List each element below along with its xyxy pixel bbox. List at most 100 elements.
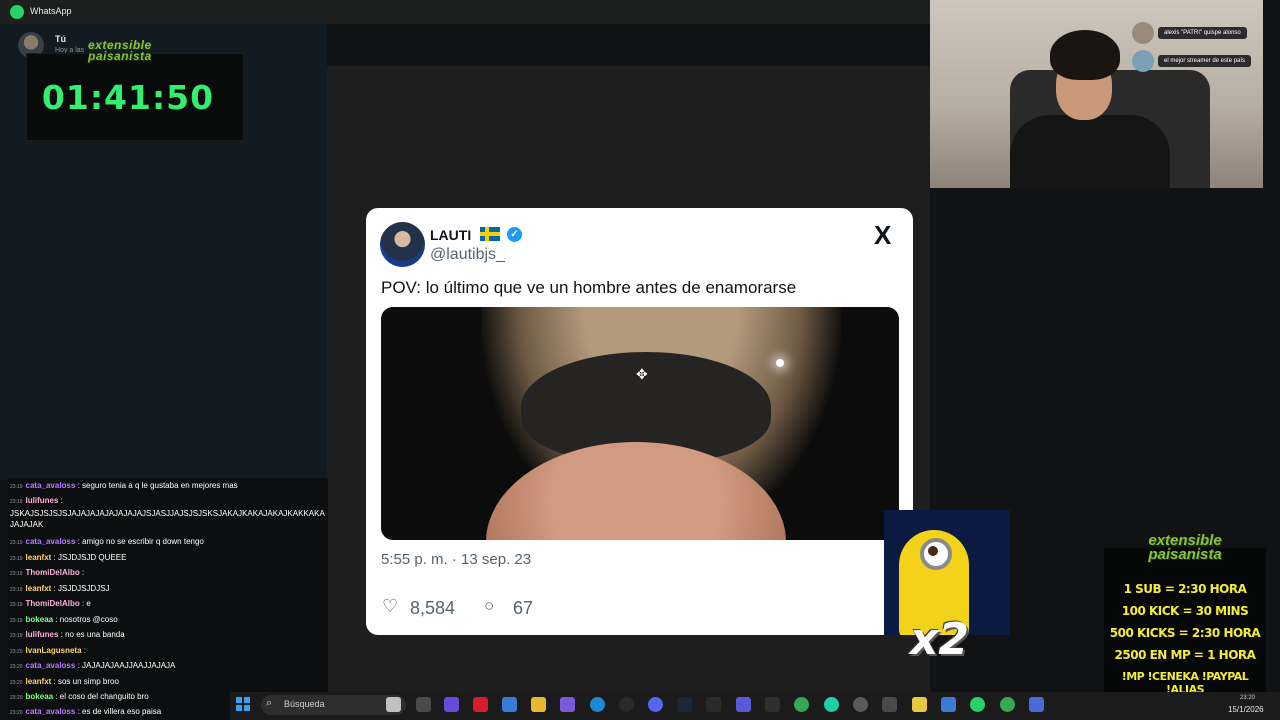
- chat-timestamp: 23:19: [10, 499, 23, 505]
- chat-username[interactable]: bokeaa: [26, 615, 54, 624]
- chat-timestamp: 23:19: [10, 540, 23, 546]
- chat-text: amigo no se escribir q down tengo: [82, 537, 204, 546]
- pen-icon[interactable]: [560, 697, 575, 712]
- webcam-chat-message: el mejor streamer de este país: [1158, 55, 1252, 67]
- whatsapp-icon[interactable]: [970, 697, 985, 712]
- folder-icon[interactable]: [531, 697, 546, 712]
- timer-logo-line2: paisanista: [88, 49, 152, 63]
- chat-timestamp: 23:19: [10, 618, 23, 624]
- chat-text: sos un simp broo: [57, 677, 119, 686]
- terminal-icon[interactable]: [765, 697, 780, 712]
- chat-separator: :: [58, 496, 63, 505]
- chat-timestamp: 23:20: [10, 649, 23, 655]
- chrome-icon[interactable]: [794, 697, 809, 712]
- x-logo-icon: X: [874, 220, 892, 250]
- chat-timestamp: 23:19: [10, 633, 23, 639]
- chat-username[interactable]: leanfxt: [26, 584, 52, 593]
- chat-username[interactable]: cata_avaloss: [26, 661, 76, 670]
- whatsapp-titlebar: [0, 0, 930, 24]
- calculator-icon[interactable]: [882, 697, 897, 712]
- app-icon[interactable]: [1029, 697, 1044, 712]
- chrome-profile-icon[interactable]: [1000, 697, 1015, 712]
- chat-username[interactable]: ThomiDelAlbo: [26, 568, 80, 577]
- photos-icon[interactable]: [941, 697, 956, 712]
- contact-name[interactable]: Tú: [55, 34, 66, 44]
- stream-logo-line2: paisanista: [1148, 546, 1222, 563]
- tweet-media-video[interactable]: [381, 307, 899, 540]
- timer-logo: extensible paisanista: [88, 39, 152, 63]
- webcam-chat-avatar: [1132, 50, 1154, 72]
- chat-message: 23:19 leanfxt : JSJDJSJD QUEEE: [10, 552, 325, 565]
- chat-message: 23:19 ThomiDelAlbo : e: [10, 598, 325, 611]
- chat-username[interactable]: lulifunes: [26, 496, 59, 505]
- chat-message: 23:19 cata_avaloss : seguro tenia a q le …: [10, 480, 325, 493]
- taskbar-search-input[interactable]: [261, 695, 406, 715]
- countdown-timer: 01:41:50: [41, 78, 215, 117]
- tweet-display-name[interactable]: LAUTI: [430, 227, 471, 243]
- notes-icon[interactable]: [912, 697, 927, 712]
- chat-text: el coso del changuito bro: [59, 692, 149, 701]
- chat-separator: :: [51, 553, 58, 562]
- chat-username[interactable]: cata_avaloss: [26, 537, 76, 546]
- chat-separator: :: [75, 537, 83, 546]
- edge-icon[interactable]: [590, 697, 605, 712]
- chat-username[interactable]: ThomiDelAlbo: [26, 599, 80, 608]
- chat-message: 23:19 lulifunes : no es una banda: [10, 629, 325, 642]
- chat-message: 23:19 ThomiDelAlbo :: [10, 567, 325, 580]
- verified-badge-icon: ✓: [507, 227, 522, 242]
- tweet-author-avatar[interactable]: [380, 222, 425, 267]
- steam-icon[interactable]: [677, 697, 692, 712]
- windows-start-icon[interactable]: [236, 697, 250, 711]
- heart-icon[interactable]: ♡: [382, 596, 398, 617]
- tweet-text: POV: lo último que ve un hombre antes de…: [381, 278, 797, 297]
- opera-icon[interactable]: [473, 697, 488, 712]
- taskbar-app-icon[interactable]: [386, 697, 401, 712]
- task-view-icon[interactable]: [416, 697, 431, 712]
- chat-separator: :: [75, 661, 83, 670]
- stream-logo: extensible paisanista: [1110, 533, 1260, 563]
- chat-timestamp: 23:20: [10, 664, 23, 670]
- taskbar-clock-date[interactable]: 15/1/2026: [1228, 705, 1264, 714]
- capcut-icon[interactable]: [706, 697, 721, 712]
- like-count: 8,584: [410, 598, 456, 618]
- chat-separator: :: [75, 481, 83, 490]
- chat-timestamp: 23:19: [10, 602, 23, 608]
- chat-text: es de villera eso paisa: [82, 707, 162, 716]
- search-icon: ⌕: [266, 697, 273, 709]
- webcam-chat-message: alexis "PATRI" quispe alonso: [1158, 27, 1247, 39]
- chat-username[interactable]: cata_avaloss: [26, 707, 76, 716]
- chat-separator: :: [79, 568, 85, 577]
- tweet-handle[interactable]: @lautibjs_: [430, 246, 505, 264]
- chat-username[interactable]: IvanLagusneta: [26, 646, 82, 655]
- chat-message: 23:19 cata_avaloss : amigo no se escribir…: [10, 536, 325, 549]
- copilot-icon[interactable]: [444, 697, 459, 712]
- kick-app-icon[interactable]: [824, 697, 839, 712]
- whatsapp-logo-icon: [10, 5, 24, 19]
- chat-separator: :: [81, 646, 86, 655]
- chat-username[interactable]: leanfxt: [26, 677, 52, 686]
- goal-line: 500 KICKS = 2:30 HORA: [1109, 626, 1261, 640]
- chat-username[interactable]: lulifunes: [26, 630, 59, 639]
- webcam-chat-avatar: [1132, 22, 1154, 44]
- chat-text: JAJAJAJAAJJAAJJAJAJA: [82, 661, 176, 670]
- chat-username[interactable]: leanfxt: [26, 553, 52, 562]
- chat-separator: :: [75, 707, 83, 716]
- chat-timestamp: 23:20: [10, 695, 23, 701]
- store-icon[interactable]: [502, 697, 517, 712]
- reply-bubble-icon[interactable]: ○: [484, 596, 494, 616]
- taskbar-clock-time[interactable]: 23:20: [1240, 695, 1255, 701]
- obs-icon[interactable]: [619, 697, 634, 712]
- chat-username[interactable]: bokeaa: [26, 692, 54, 701]
- chat-timestamp: 23:19: [10, 484, 23, 490]
- chat-timestamp: 23:20: [10, 710, 23, 716]
- discord-icon[interactable]: [648, 697, 663, 712]
- settings-gear-icon[interactable]: [853, 697, 868, 712]
- app-icon[interactable]: [736, 697, 751, 712]
- chat-username[interactable]: cata_avaloss: [26, 481, 76, 490]
- tweet-timestamp[interactable]: 5:55 p. m. · 13 sep. 23: [381, 551, 531, 568]
- chat-text: seguro tenia a q le gustaba en mejores m…: [82, 481, 238, 490]
- chat-message: 23:19 leanfxt : JSJDJSJDJSJ: [10, 583, 325, 596]
- chat-message: 23:19 bokeaa : nosotros @coso: [10, 614, 325, 627]
- chat-timestamp: 23:19: [10, 556, 23, 562]
- chat-text: e: [86, 599, 91, 608]
